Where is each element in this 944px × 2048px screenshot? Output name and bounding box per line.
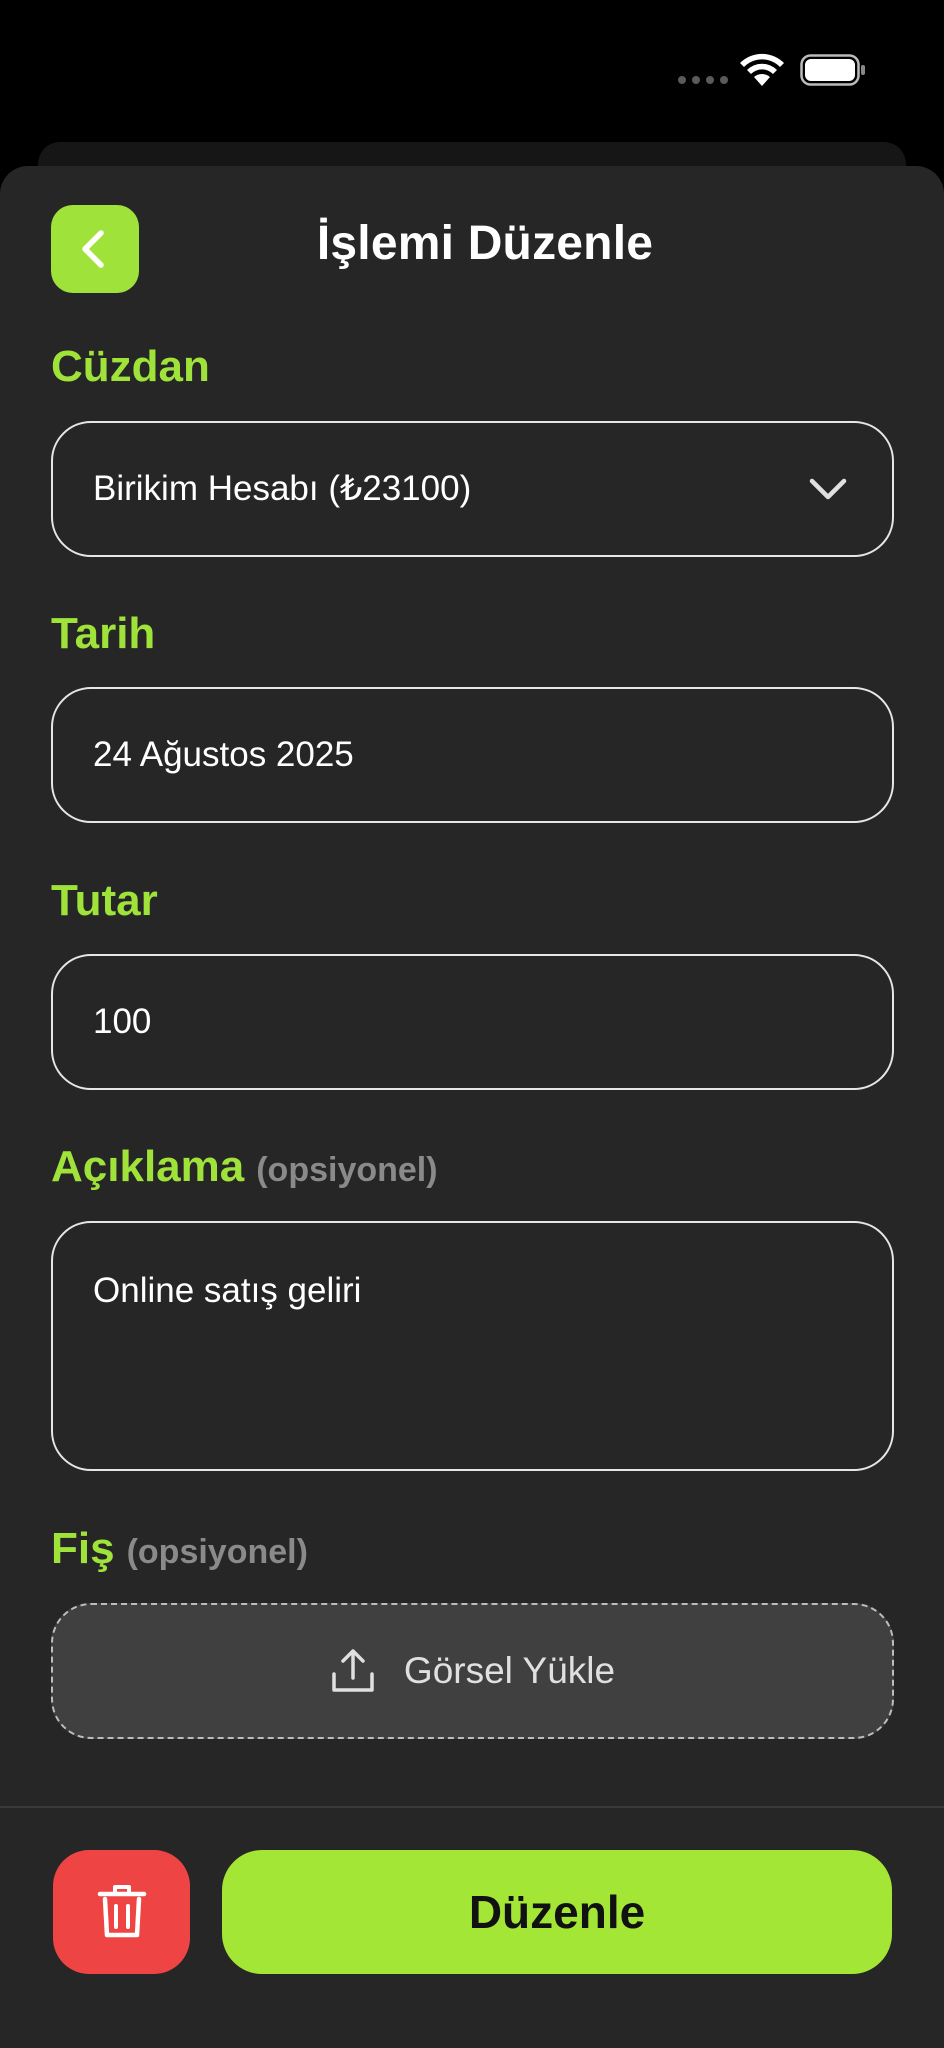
wallet-label: Cüzdan [51, 342, 210, 391]
cellular-signal-icon [678, 76, 728, 84]
status-bar [0, 0, 944, 140]
date-label: Tarih [51, 609, 156, 658]
battery-icon [800, 54, 865, 86]
delete-button[interactable] [53, 1850, 190, 1974]
upload-label: Görsel Yükle [403, 1650, 616, 1691]
chevron-down-icon [809, 478, 847, 500]
wallet-select[interactable]: Birikim Hesabı (₺23100) [51, 421, 894, 557]
header: İşlemi Düzenle [0, 166, 944, 334]
receipt-label-row: Fiş (opsiyonel) [51, 1524, 308, 1574]
description-optional-hint: (opsiyonel) [256, 1151, 438, 1189]
edit-transaction-sheet: İşlemi Düzenle Cüzdan Birikim Hesabı (₺2… [0, 166, 944, 2048]
amount-value: 100 [93, 1002, 152, 1041]
amount-field[interactable]: 100 [51, 954, 894, 1090]
footer-actions: Düzenle [0, 1806, 944, 2048]
receipt-optional-hint: (opsiyonel) [126, 1533, 308, 1571]
receipt-label: Fiş [51, 1524, 115, 1573]
wifi-icon [740, 53, 784, 86]
date-field[interactable]: 24 Ağustos 2025 [51, 687, 894, 823]
date-value: 24 Ağustos 2025 [93, 735, 354, 774]
trash-icon [97, 1885, 146, 1938]
description-label-row: Açıklama (opsiyonel) [51, 1142, 438, 1192]
description-field[interactable]: Online satış geliri [51, 1221, 894, 1471]
upload-icon [332, 1649, 374, 1692]
upload-image-button[interactable]: Görsel Yükle [51, 1603, 894, 1739]
page-title: İşlemi Düzenle [316, 217, 654, 270]
amount-label: Tutar [51, 876, 158, 925]
description-value: Online satış geliri [93, 1271, 362, 1310]
description-label: Açıklama [51, 1142, 245, 1191]
wallet-selected-value: Birikim Hesabı (₺23100) [93, 469, 472, 508]
save-edit-button[interactable]: Düzenle [222, 1850, 892, 1974]
